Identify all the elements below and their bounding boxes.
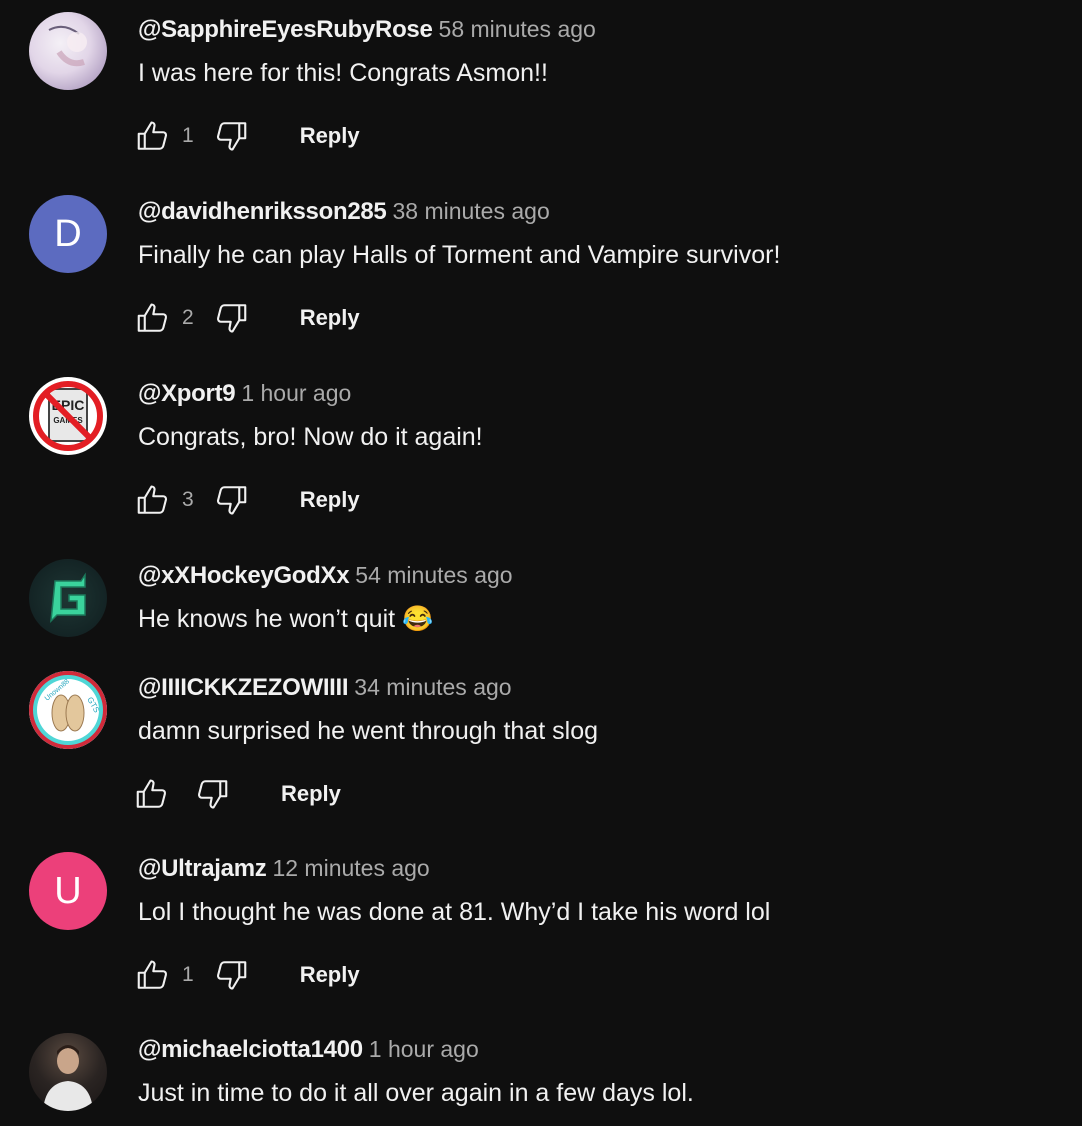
- thumbs-up-icon: [137, 303, 168, 332]
- thumbs-up-icon: [137, 485, 168, 514]
- thumbs-up-icon: [136, 779, 167, 808]
- like-count: 1: [182, 124, 194, 147]
- reply-button[interactable]: Reply: [300, 962, 360, 988]
- like-button[interactable]: [134, 116, 172, 156]
- like-count: 3: [182, 488, 194, 511]
- comment-text: Congrats, bro! Now do it again!: [138, 423, 483, 451]
- comment-time[interactable]: 34 minutes ago: [354, 674, 511, 700]
- comment-actions: 1 Reply: [134, 116, 360, 156]
- comment-author[interactable]: @michaelciotta1400: [138, 1036, 363, 1063]
- avatar[interactable]: [29, 559, 107, 637]
- avatar[interactable]: D: [29, 195, 107, 273]
- dislike-button[interactable]: [212, 955, 250, 995]
- thumbs-up-icon: [137, 121, 168, 150]
- avatar-letter: U: [54, 869, 82, 912]
- dislike-button[interactable]: [212, 480, 250, 520]
- comment-author[interactable]: @Xport9: [138, 380, 236, 407]
- avatar-letter: D: [54, 212, 82, 255]
- comment-author[interactable]: @xXHockeyGodXx: [138, 562, 350, 589]
- comment-text: Lol I thought he was done at 81. Why’d I…: [138, 898, 771, 926]
- svg-text:GTS: GTS: [85, 696, 101, 715]
- comment-author[interactable]: @Ultrajamz: [138, 855, 267, 882]
- like-count: 1: [182, 963, 194, 986]
- reply-button[interactable]: Reply: [300, 487, 360, 513]
- avatar[interactable]: [29, 12, 107, 90]
- like-button[interactable]: [134, 955, 172, 995]
- thumbs-down-icon: [216, 304, 246, 333]
- thumbs-up-icon: [137, 960, 168, 989]
- avatar[interactable]: [29, 1033, 107, 1111]
- comment-time[interactable]: 54 minutes ago: [355, 562, 512, 588]
- comment-text: He knows he won’t quit 😂: [138, 605, 434, 633]
- thumbs-down-icon: [216, 486, 246, 515]
- reply-button[interactable]: Reply: [281, 781, 341, 807]
- reply-button[interactable]: Reply: [300, 305, 360, 331]
- photo-avatar-icon: [43, 1045, 93, 1111]
- comment-text: Just in time to do it all over again in …: [138, 1079, 694, 1107]
- comment-time[interactable]: 1 hour ago: [369, 1036, 479, 1062]
- thumbs-down-icon: [216, 122, 246, 151]
- comment-text: damn surprised he went through that slog: [138, 717, 598, 745]
- like-button[interactable]: [134, 480, 172, 520]
- like-count: 2: [182, 306, 194, 329]
- comment-time[interactable]: 1 hour ago: [241, 380, 351, 406]
- anime-art-avatar-icon: [48, 25, 87, 67]
- comment-author[interactable]: @davidhenriksson285: [138, 198, 387, 225]
- comment-time[interactable]: 12 minutes ago: [272, 855, 429, 881]
- green-g-logo-avatar-icon: [50, 572, 86, 624]
- thumbs-down-icon: [216, 961, 246, 990]
- comment-text: Finally he can play Halls of Torment and…: [138, 241, 781, 269]
- like-button[interactable]: [134, 298, 172, 338]
- comment-author[interactable]: @IIIICKKZEZOWIIII: [138, 674, 349, 701]
- comment-time[interactable]: 58 minutes ago: [439, 16, 596, 42]
- comment-actions: Reply: [133, 774, 341, 814]
- comment-author[interactable]: @SapphireEyesRubyRose: [138, 16, 433, 43]
- avatar[interactable]: U: [29, 852, 107, 930]
- comment-actions: 3 Reply: [134, 480, 360, 520]
- dislike-button[interactable]: [212, 116, 250, 156]
- dislike-button[interactable]: [193, 774, 231, 814]
- no-epic-games-avatar-icon: EPIC GAMES: [33, 381, 103, 451]
- thumbs-down-icon: [197, 780, 228, 809]
- comment-actions: 1 Reply: [134, 955, 360, 995]
- avatar[interactable]: EPIC GAMES: [29, 377, 107, 455]
- avatar[interactable]: Unown88 GTS: [29, 671, 107, 749]
- dislike-button[interactable]: [212, 298, 250, 338]
- reply-button[interactable]: Reply: [300, 123, 360, 149]
- like-button[interactable]: [133, 774, 171, 814]
- comment-text: I was here for this! Congrats Asmon!!: [138, 59, 548, 87]
- comment-time[interactable]: 38 minutes ago: [392, 198, 549, 224]
- comment-actions: 2 Reply: [134, 298, 360, 338]
- feet-badge-avatar-icon: Unown88 GTS: [44, 678, 101, 732]
